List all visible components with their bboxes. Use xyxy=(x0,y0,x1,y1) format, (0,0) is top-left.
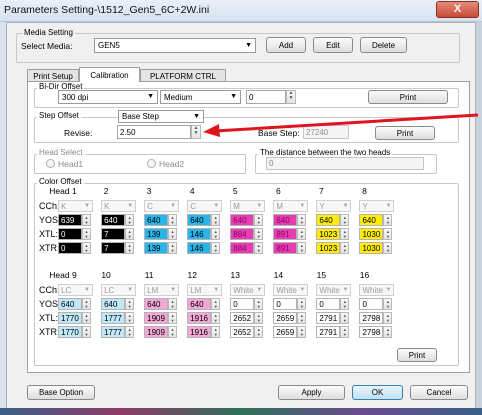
annotation-arrow-head xyxy=(203,124,220,137)
annotation-arrow-line xyxy=(214,113,479,133)
tab-calibration[interactable]: Calibration xyxy=(79,67,140,82)
annotation-overlay xyxy=(203,113,479,137)
